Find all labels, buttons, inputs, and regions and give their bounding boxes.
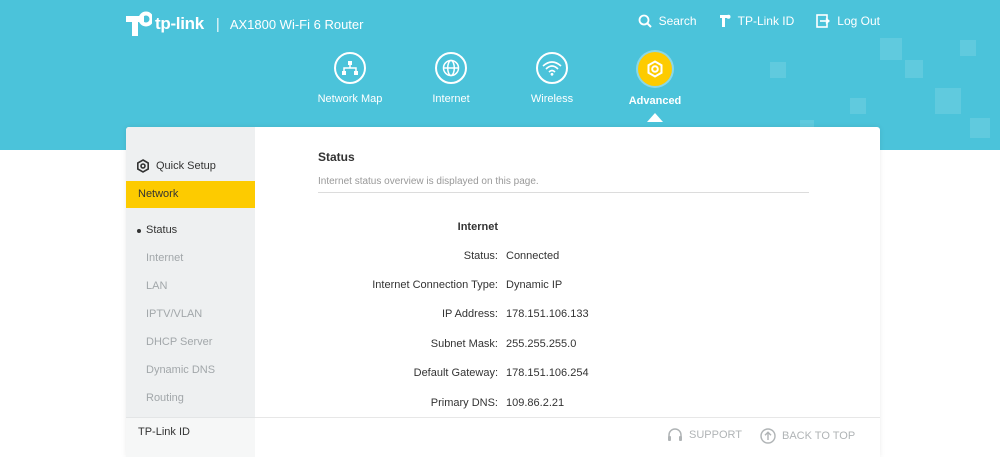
sidebar-item-iptv-vlan[interactable]: IPTV/VLAN <box>146 308 202 320</box>
search-icon <box>638 14 652 28</box>
nav-internet[interactable]: Internet <box>401 52 501 105</box>
sidebar-item-routing[interactable]: Routing <box>146 392 184 404</box>
page-title: Status <box>318 150 355 164</box>
headset-icon <box>668 428 682 441</box>
sidebar-item-lan[interactable]: LAN <box>146 280 167 292</box>
brand-name: tp-link <box>155 14 204 33</box>
main-card: Quick Setup Network Status Internet LAN … <box>126 127 880 457</box>
quick-setup-icon <box>136 159 149 173</box>
gear-icon <box>638 52 672 86</box>
nav-label: Advanced <box>628 95 682 107</box>
connection-type-label: Internet Connection Type: <box>372 279 498 291</box>
subnet-mask-label: Subnet Mask: <box>430 338 498 350</box>
ip-address-value: 178.151.106.133 <box>506 308 589 320</box>
tplink-logo-icon <box>124 10 154 38</box>
footer-bar: SUPPORT BACK TO TOP <box>255 417 880 457</box>
network-map-icon <box>334 52 366 84</box>
search-label: Search <box>658 14 697 28</box>
status-value: Connected <box>506 250 560 262</box>
quick-setup-link[interactable]: Quick Setup <box>136 159 216 173</box>
content-panel: Status Internet status overview is displ… <box>255 127 880 417</box>
sidebar-item-dynamic-dns[interactable]: Dynamic DNS <box>146 364 215 376</box>
primary-dns-value: 109.86.2.21 <box>506 397 565 409</box>
quick-setup-label: Quick Setup <box>156 160 216 172</box>
sidebar-section-network[interactable]: Network <box>126 181 255 208</box>
connection-type-value: Dynamic IP <box>506 279 563 291</box>
globe-icon <box>435 52 467 84</box>
nav-label: Wireless <box>530 93 574 105</box>
logout-label: Log Out <box>837 14 880 28</box>
logout-icon <box>816 14 831 28</box>
back-to-top-label: BACK TO TOP <box>782 430 856 442</box>
sidebar-tplink-id[interactable]: TP-Link ID <box>138 426 190 438</box>
nav-wireless[interactable]: Wireless <box>502 52 602 105</box>
search-link[interactable]: Search <box>638 14 697 28</box>
sidebar-item-dhcp-server[interactable]: DHCP Server <box>146 336 212 348</box>
sidebar-item-internet[interactable]: Internet <box>146 252 183 264</box>
sidebar-bottom: TP-Link ID <box>126 417 255 457</box>
tplink-id-icon <box>719 14 731 27</box>
section-heading: Internet <box>457 221 498 233</box>
logout-link[interactable]: Log Out <box>816 14 880 28</box>
status-label: Status: <box>463 250 498 262</box>
nav-advanced[interactable]: Advanced <box>605 52 705 107</box>
nav-label: Internet <box>432 93 470 105</box>
support-link[interactable]: SUPPORT <box>667 428 742 442</box>
default-gateway-label: Default Gateway: <box>413 367 498 379</box>
ip-address-label: IP Address: <box>441 308 498 320</box>
wifi-icon <box>536 52 568 84</box>
model-name: AX1800 Wi-Fi 6 Router <box>229 16 364 32</box>
active-nav-pointer <box>647 113 663 122</box>
page-description: Internet status overview is displayed on… <box>318 176 539 187</box>
nav-label: Network Map <box>317 93 383 105</box>
support-label: SUPPORT <box>689 429 742 441</box>
subnet-mask-value: 255.255.255.0 <box>506 338 577 350</box>
brand-logo[interactable]: tp-link | AX1800 Wi-Fi 6 Router <box>124 10 363 38</box>
sidebar-item-status[interactable]: Status <box>136 224 177 236</box>
divider <box>318 192 809 193</box>
primary-dns-label: Primary DNS: <box>430 397 498 409</box>
main-nav: Network Map Internet Wireless Advanced <box>0 52 1000 122</box>
tplink-id-link[interactable]: TP-Link ID <box>719 14 795 28</box>
tplink-id-label: TP-Link ID <box>737 14 795 28</box>
top-links: Search TP-Link ID Log Out <box>616 14 880 28</box>
nav-network-map[interactable]: Network Map <box>300 52 400 105</box>
sidebar: Quick Setup Network Status Internet LAN … <box>126 127 255 417</box>
logo-separator: | <box>215 15 220 33</box>
default-gateway-value: 178.151.106.254 <box>506 367 589 379</box>
